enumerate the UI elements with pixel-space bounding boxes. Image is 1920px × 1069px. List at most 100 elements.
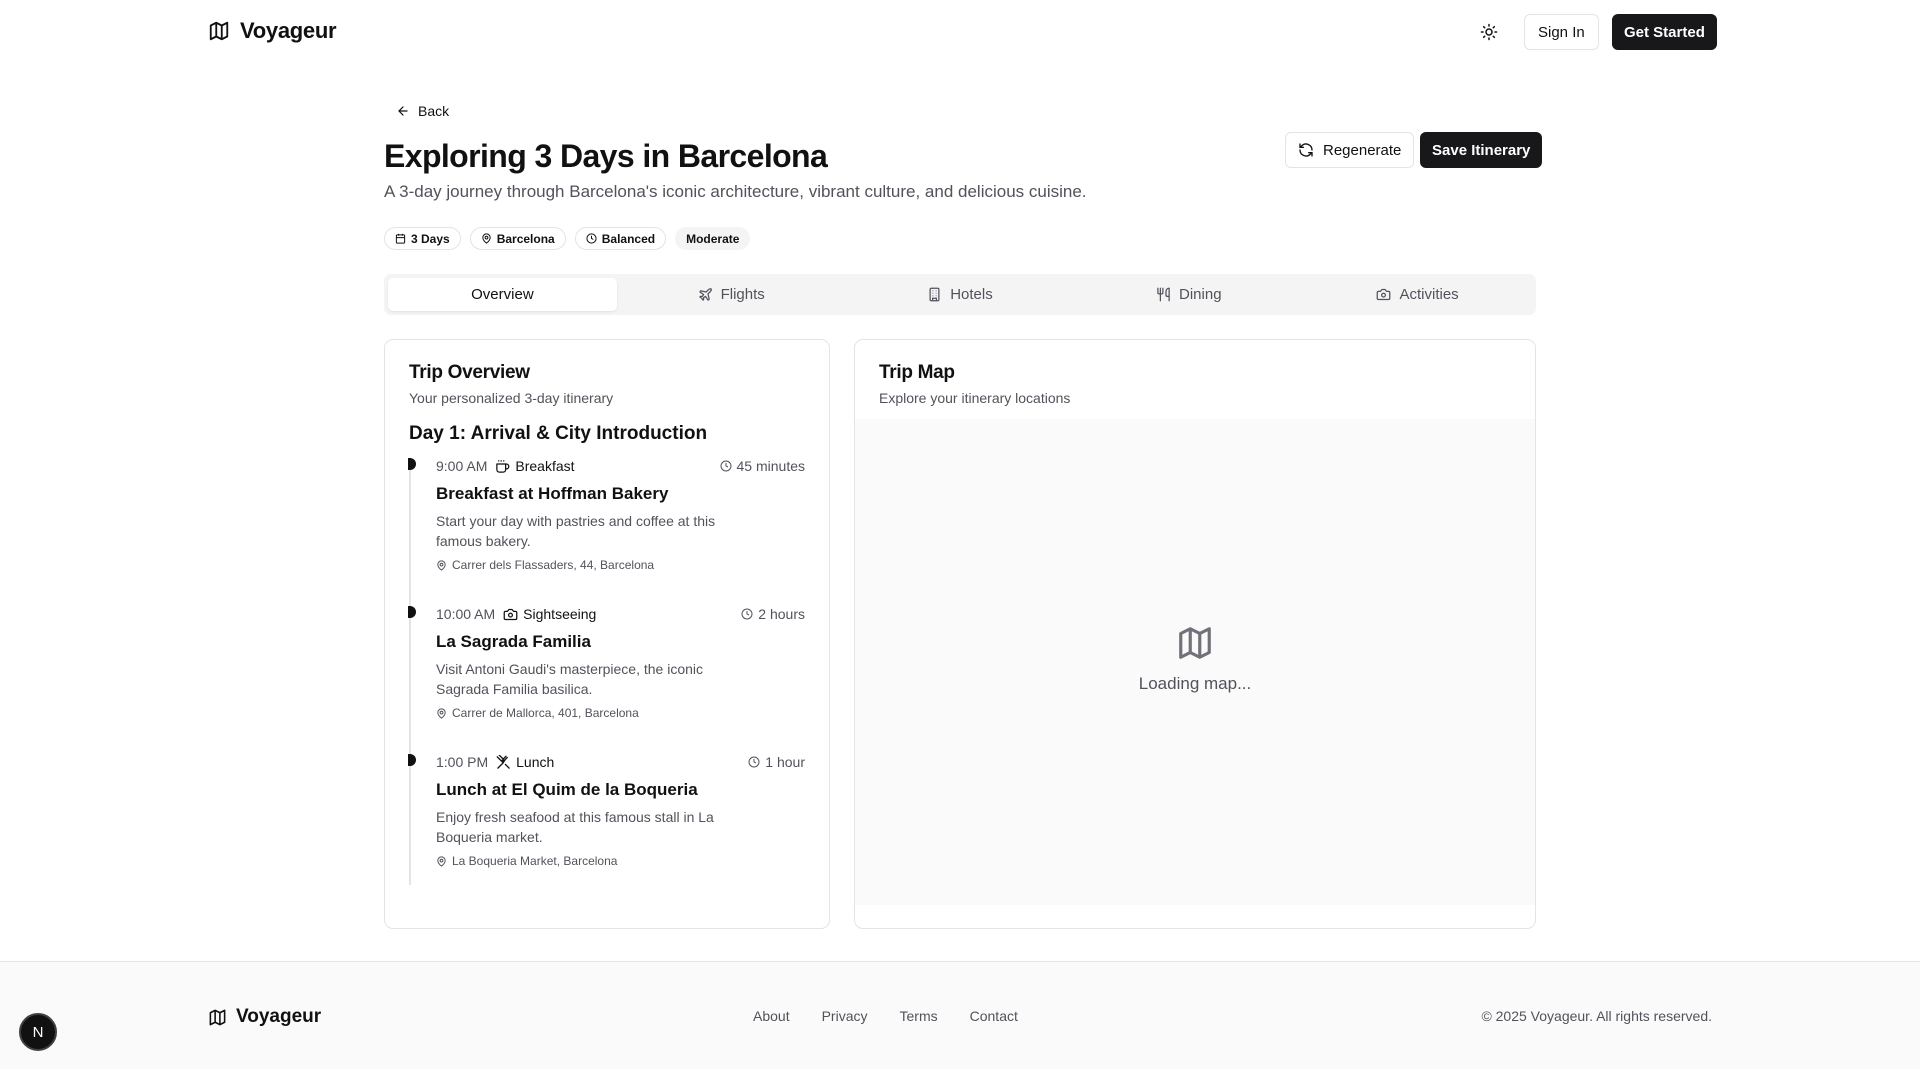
location-label: Carrer de Mallorca, 401, Barcelona: [452, 706, 639, 720]
card-title: Trip Map: [879, 362, 955, 383]
trip-map-card: Trip Map Explore your itinerary location…: [854, 339, 1536, 929]
item-duration: 1 hour: [748, 754, 805, 770]
tab-overview[interactable]: Overview: [388, 278, 617, 311]
category-label: Sightseeing: [523, 606, 597, 622]
item-name: Lunch at El Quim de la Boqueria: [436, 780, 698, 799]
arrow-left-icon: [396, 104, 410, 118]
regenerate-label: Regenerate: [1323, 141, 1402, 159]
tab-label: Overview: [471, 286, 534, 303]
item-location: Carrer de Mallorca, 401, Barcelona: [436, 706, 805, 720]
item-duration: 2 hours: [741, 606, 805, 622]
card-subtitle: Your personalized 3-day itinerary: [409, 390, 614, 406]
item-time: 10:00 AM: [436, 606, 496, 622]
map-icon: [208, 20, 230, 42]
brand-logo-link[interactable]: Voyageur: [208, 18, 337, 44]
item-category: Sightseeing: [503, 606, 596, 622]
plane-icon: [698, 287, 713, 302]
item-description: Enjoy fresh seafood at this famous stall…: [436, 809, 714, 845]
footer-link-terms[interactable]: Terms: [900, 1008, 938, 1024]
day-title: Day 1: Arrival & City Introduction: [409, 423, 708, 444]
timeline-dot: [408, 458, 416, 470]
dev-tools-badge[interactable]: N: [19, 1013, 57, 1051]
footer-links: About Privacy Terms Contact: [753, 1008, 1018, 1024]
brand-name: Voyageur: [240, 18, 337, 43]
category-label: Lunch: [516, 754, 555, 770]
tab-flights[interactable]: Flights: [617, 278, 846, 311]
badge-label: Moderate: [686, 231, 740, 246]
map-loading-text: Loading map...: [1138, 674, 1252, 693]
map-canvas[interactable]: Loading map...: [855, 419, 1535, 905]
map-icon: [1176, 624, 1214, 662]
location-label: La Boqueria Market, Barcelona: [452, 854, 618, 868]
item-time: 9:00 AM: [436, 458, 488, 474]
tab-dining[interactable]: Dining: [1074, 278, 1303, 311]
item-time: 1:00 PM: [436, 754, 489, 770]
footer-copyright: © 2025 Voyageur. All rights reserved.: [1481, 1008, 1712, 1024]
tab-label: Dining: [1179, 286, 1222, 303]
sign-in-button[interactable]: Sign In: [1524, 14, 1599, 50]
badge-budget: Moderate: [675, 227, 751, 250]
itinerary-timeline: 9:00 AM Breakfast 45 minutes Breakfast a…: [408, 458, 805, 885]
duration-label: 2 hours: [758, 606, 805, 622]
clock-icon: [586, 233, 597, 244]
footer-brand[interactable]: Voyageur: [208, 1006, 321, 1028]
map-icon: [208, 1008, 227, 1027]
item-location: Carrer dels Flassaders, 44, Barcelona: [436, 558, 805, 572]
map-loading-state: Loading map...: [855, 624, 1535, 694]
map-pin-icon: [436, 559, 447, 571]
footer-brand-name: Voyageur: [236, 1006, 322, 1027]
save-itinerary-button[interactable]: Save Itinerary: [1420, 132, 1543, 168]
trip-overview-card: Trip Overview Your personalized 3-day it…: [384, 339, 830, 929]
tab-hotels[interactable]: Hotels: [846, 278, 1075, 311]
camera-icon: [503, 607, 518, 622]
item-name: Breakfast at Hoffman Bakery: [436, 484, 669, 503]
footer-link-contact[interactable]: Contact: [970, 1008, 1018, 1024]
theme-toggle-button[interactable]: [1470, 14, 1508, 50]
regenerate-button[interactable]: Regenerate: [1285, 132, 1415, 168]
tab-label: Flights: [720, 286, 765, 303]
item-category: Lunch: [496, 754, 554, 770]
map-pin-icon: [481, 233, 492, 244]
badge-label: Barcelona: [496, 231, 555, 246]
badge-pace: Balanced: [574, 227, 667, 250]
back-link[interactable]: Back: [396, 103, 449, 119]
map-pin-icon: [436, 707, 447, 719]
timeline-item[interactable]: 10:00 AM Sightseeing 2 hours La Sagrada …: [408, 606, 805, 754]
camera-icon: [1376, 287, 1391, 302]
timeline-dot: [408, 754, 416, 766]
duration-label: 45 minutes: [736, 458, 805, 474]
trip-badges: 3 Days Barcelona Balanced Moderate: [384, 227, 751, 250]
item-duration: 45 minutes: [720, 458, 805, 474]
footer-link-about[interactable]: About: [753, 1008, 790, 1024]
location-label: Carrer dels Flassaders, 44, Barcelona: [452, 558, 655, 572]
badge-label: 3 Days: [411, 231, 450, 246]
card-title: Trip Overview: [409, 362, 530, 383]
item-location: La Boqueria Market, Barcelona: [436, 854, 805, 868]
page-title: Exploring 3 Days in Barcelona: [384, 138, 828, 174]
page-subtitle: A 3-day journey through Barcelona's icon…: [384, 182, 1087, 201]
utensils-icon: [1156, 287, 1171, 302]
tab-activities[interactable]: Activities: [1303, 278, 1532, 311]
card-subtitle: Explore your itinerary locations: [879, 390, 1071, 406]
badge-label: Balanced: [601, 231, 656, 246]
badge-location: Barcelona: [469, 227, 566, 250]
item-category: Breakfast: [495, 458, 575, 474]
duration-label: 1 hour: [765, 754, 805, 770]
badge-duration: 3 Days: [384, 227, 461, 250]
timeline-item[interactable]: 1:00 PM Lunch 1 hour Lunch at El Quim de…: [408, 754, 805, 885]
itinerary-tabs: Overview Flights Hotels Dining Activitie…: [384, 274, 1536, 315]
map-pin-icon: [436, 855, 447, 867]
building-icon: [927, 287, 942, 302]
timeline-dot: [408, 606, 416, 618]
footer-link-privacy[interactable]: Privacy: [822, 1008, 868, 1024]
clock-icon: [720, 460, 732, 472]
footer: Voyageur About Privacy Terms Contact © 2…: [0, 961, 1920, 1069]
utensils-crossed-icon: [496, 754, 511, 770]
item-description: Visit Antoni Gaudi's masterpiece, the ic…: [436, 661, 703, 697]
timeline-item[interactable]: 9:00 AM Breakfast 45 minutes Breakfast a…: [408, 458, 805, 606]
clock-icon: [741, 608, 753, 620]
top-navbar: Voyageur Sign In Get Started: [0, 0, 1920, 64]
coffee-icon: [495, 459, 510, 474]
tab-label: Hotels: [950, 286, 993, 303]
get-started-button[interactable]: Get Started: [1612, 14, 1717, 50]
